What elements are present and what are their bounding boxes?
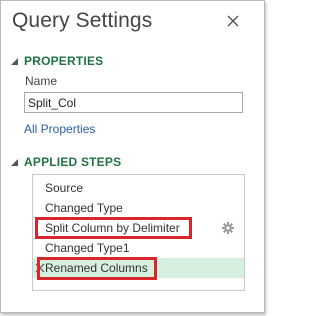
x-icon[interactable] xyxy=(34,262,46,274)
step-label: Source xyxy=(45,181,84,195)
gear-icon[interactable] xyxy=(222,222,234,234)
step-changed-type[interactable]: Changed Type xyxy=(33,198,244,218)
applied-steps-section-header[interactable]: APPLIED STEPS xyxy=(10,155,121,169)
caret-down-icon xyxy=(11,57,18,65)
name-label: Name xyxy=(25,74,58,88)
panel-title: Query Settings xyxy=(12,9,153,32)
applied-steps-list: Source Changed Type Split Column by Deli… xyxy=(32,174,245,291)
all-properties-link[interactable]: All Properties xyxy=(24,122,95,136)
step-changed-type1[interactable]: Changed Type1 xyxy=(33,238,244,258)
close-icon[interactable] xyxy=(226,14,240,28)
step-label: Changed Type1 xyxy=(45,241,130,255)
applied-steps-header-label: APPLIED STEPS xyxy=(24,155,122,169)
step-label: Renamed Columns xyxy=(45,261,148,275)
caret-down-icon xyxy=(11,158,18,166)
step-label: Split Column by Delimiter xyxy=(45,221,180,235)
step-renamed-columns[interactable]: Renamed Columns xyxy=(33,258,244,278)
query-name-input[interactable] xyxy=(24,92,243,113)
properties-section-header[interactable]: PROPERTIES xyxy=(10,54,103,68)
step-source[interactable]: Source xyxy=(33,178,244,198)
properties-header-label: PROPERTIES xyxy=(24,54,104,68)
query-settings-panel: Query Settings PROPERTIES Name All Prope… xyxy=(0,0,265,313)
step-label: Changed Type xyxy=(45,201,123,215)
step-split-column-by-delimiter[interactable]: Split Column by Delimiter xyxy=(33,218,244,238)
